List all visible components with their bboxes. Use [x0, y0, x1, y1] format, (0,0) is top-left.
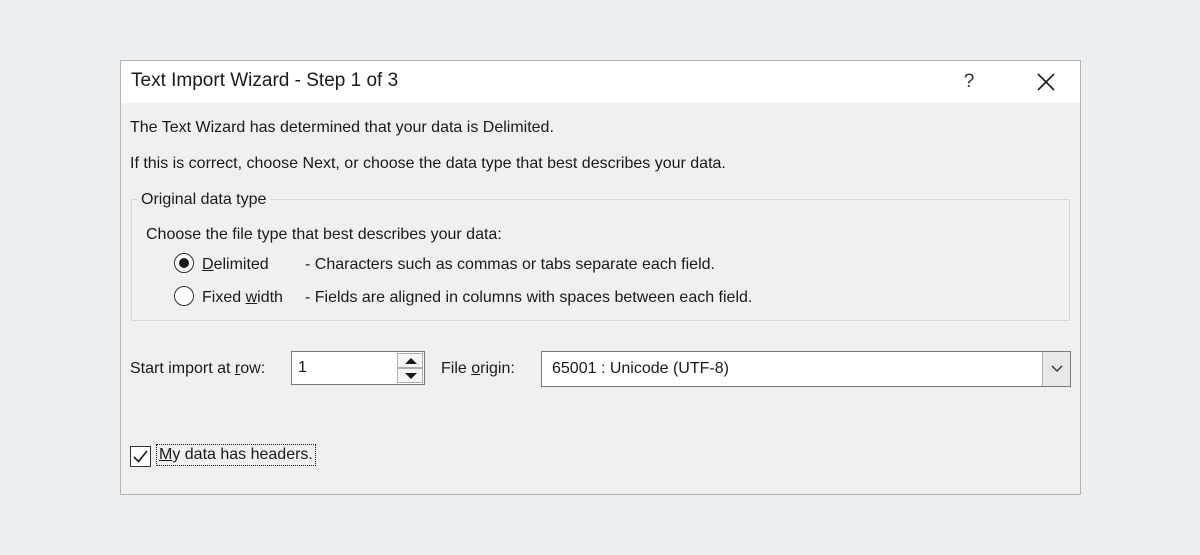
start-row-value[interactable]: 1 [298, 359, 307, 377]
start-row-label: Start import at row: [130, 360, 266, 377]
headers-checkbox[interactable] [130, 446, 151, 467]
checkmark-icon [133, 450, 148, 463]
close-icon [1037, 73, 1055, 91]
stepper-arrows [397, 353, 423, 383]
stepper-down-button[interactable] [397, 368, 423, 383]
intro-line-1: The Text Wizard has determined that your… [130, 119, 554, 136]
file-origin-dropdown[interactable]: 65001 : Unicode (UTF-8) [541, 351, 1071, 387]
file-origin-value: 65001 : Unicode (UTF-8) [552, 360, 729, 377]
dropdown-button[interactable] [1042, 352, 1070, 386]
arrow-up-icon [405, 358, 417, 364]
intro-line-2: If this is correct, choose Next, or choo… [130, 155, 726, 172]
help-button[interactable]: ? [939, 61, 999, 103]
radio-delimited[interactable] [174, 253, 194, 273]
file-type-prompt: Choose the file type that best describes… [146, 226, 502, 243]
file-origin-label: File origin: [441, 360, 515, 377]
radio-fixed-width[interactable] [174, 286, 194, 306]
stepper-up-button[interactable] [397, 353, 423, 368]
radio-delimited-label[interactable]: Delimited [202, 256, 269, 274]
radio-fixed-width-label[interactable]: Fixed width [202, 289, 283, 307]
chevron-down-icon [1051, 365, 1062, 372]
arrow-down-icon [405, 373, 417, 379]
radio-fixed-width-description: - Fields are aligned in columns with spa… [305, 289, 753, 306]
title-bar: Text Import Wizard - Step 1 of 3 ? [121, 61, 1080, 103]
headers-checkbox-label[interactable]: My data has headers. [156, 444, 316, 466]
text-import-wizard-dialog: Text Import Wizard - Step 1 of 3 ? The T… [120, 60, 1081, 495]
radio-delimited-description: - Characters such as commas or tabs sepa… [305, 256, 715, 273]
group-label: Original data type [137, 191, 271, 209]
start-row-stepper[interactable]: 1 [291, 351, 425, 385]
close-button[interactable] [1016, 61, 1076, 103]
dialog-title: Text Import Wizard - Step 1 of 3 [131, 70, 399, 91]
